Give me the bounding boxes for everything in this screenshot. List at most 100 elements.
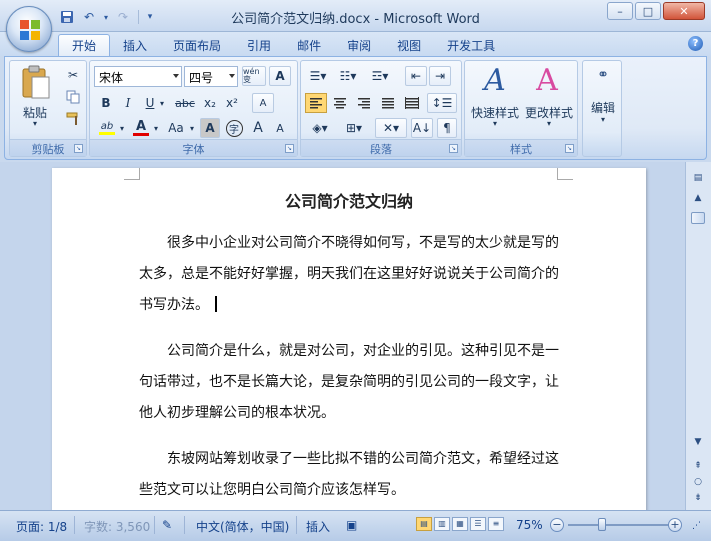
clear-formatting-icon[interactable]: A: [252, 93, 274, 113]
grow-font-button[interactable]: A: [248, 118, 268, 138]
highlight-dropdown-icon[interactable]: ▾: [118, 118, 126, 138]
paragraph-3: 东坡网站筹划收录了一些比拟不错的公司简介范文，希望经过这些范文可以让您明白公司简…: [139, 451, 559, 498]
shrink-font-button[interactable]: A: [270, 118, 290, 138]
binoculars-icon: ⚭: [597, 67, 609, 83]
chinese-layout-icon[interactable]: ✕▾: [375, 118, 407, 138]
change-case-button[interactable]: Aa: [164, 118, 188, 138]
language-indicator[interactable]: 中文(简体，中国): [196, 518, 289, 535]
vertical-scrollbar[interactable]: ▤ ▲ ▼ ⇞ ○ ⇟: [685, 162, 711, 510]
next-page-icon[interactable]: ⇟: [690, 490, 706, 506]
character-border-icon[interactable]: A: [269, 66, 291, 86]
cut-icon[interactable]: ✂: [64, 65, 82, 85]
phonetic-guide-icon[interactable]: wén 变: [242, 66, 266, 86]
full-screen-reading-icon[interactable]: ▥: [434, 517, 450, 531]
decrease-indent-icon[interactable]: ⇤: [405, 66, 427, 86]
font-size-combo[interactable]: 四号: [184, 66, 238, 87]
office-button[interactable]: [6, 6, 52, 52]
group-clipboard: 粘贴 ▾ ✂ 剪贴板 ↘: [9, 60, 87, 157]
outline-view-icon[interactable]: ☰: [470, 517, 486, 531]
quick-styles-icon[interactable]: A: [479, 63, 511, 98]
close-button[interactable]: ✕: [663, 2, 705, 20]
ribbon-tabs-bar: 开始 插入 页面布局 引用 邮件 审阅 视图 开发工具 ?: [0, 32, 711, 56]
tab-page-layout[interactable]: 页面布局: [160, 34, 234, 56]
superscript-button[interactable]: x²: [222, 93, 242, 113]
zoom-out-icon[interactable]: −: [550, 518, 564, 532]
align-center-icon[interactable]: [329, 93, 351, 113]
borders-icon[interactable]: ⊞▾: [339, 118, 369, 138]
print-layout-view-icon[interactable]: ▤: [416, 517, 432, 531]
bullets-icon[interactable]: ☰▾: [305, 66, 331, 86]
proofing-icon[interactable]: ✎: [162, 518, 172, 532]
tab-insert[interactable]: 插入: [110, 34, 160, 56]
highlight-button[interactable]: ab: [96, 118, 118, 138]
font-color-dropdown-icon[interactable]: ▾: [152, 118, 160, 138]
insert-mode-indicator[interactable]: 插入: [306, 518, 330, 535]
zoom-slider-thumb[interactable]: [598, 518, 606, 531]
font-launcher-icon[interactable]: ↘: [285, 144, 294, 153]
quick-styles-dropdown-icon[interactable]: ▾: [467, 119, 523, 128]
web-layout-icon[interactable]: ▦: [452, 517, 468, 531]
editing-dropdown-icon[interactable]: ▾: [583, 115, 623, 124]
tab-references[interactable]: 引用: [234, 34, 284, 56]
justify-icon[interactable]: [377, 93, 399, 113]
increase-indent-icon[interactable]: ⇥: [429, 66, 451, 86]
show-marks-icon[interactable]: ¶: [437, 118, 457, 138]
tab-home[interactable]: 开始: [58, 34, 111, 56]
scroll-thumb[interactable]: [691, 212, 705, 224]
underline-dropdown-icon[interactable]: ▾: [158, 93, 166, 113]
zoom-slider[interactable]: [568, 524, 672, 526]
scroll-up-icon[interactable]: ▲: [690, 190, 706, 206]
sort-icon[interactable]: A↓: [411, 118, 433, 138]
maximize-button[interactable]: □: [635, 2, 661, 20]
numbering-icon[interactable]: ☷▾: [335, 66, 361, 86]
shading-icon[interactable]: ◈▾: [305, 118, 335, 138]
strikethrough-button[interactable]: abc: [172, 93, 198, 113]
tab-review[interactable]: 审阅: [334, 34, 384, 56]
font-color-button[interactable]: A: [130, 118, 152, 138]
styles-launcher-icon[interactable]: ↘: [565, 144, 574, 153]
character-shading-button[interactable]: A: [200, 118, 220, 138]
align-left-icon[interactable]: [305, 93, 327, 113]
change-styles-icon[interactable]: A: [531, 63, 563, 98]
help-icon[interactable]: ?: [688, 36, 703, 51]
italic-button[interactable]: I: [118, 93, 138, 113]
distributed-icon[interactable]: [401, 93, 423, 113]
paste-icon[interactable]: [20, 65, 52, 101]
tab-developer[interactable]: 开发工具: [434, 34, 508, 56]
group-font: 宋体 四号 wén 变 A B I U ▾ abc x₂ x² A ab ▾ A…: [89, 60, 298, 157]
phonetic-guide-text: wén 变: [243, 67, 260, 84]
macro-record-icon[interactable]: ▣: [346, 518, 357, 532]
paragraph-launcher-icon[interactable]: ↘: [449, 144, 458, 153]
change-styles-dropdown-icon[interactable]: ▾: [521, 119, 577, 128]
line-spacing-icon[interactable]: ↕☰: [427, 93, 457, 113]
copy-icon[interactable]: [64, 87, 82, 107]
browse-object-icon[interactable]: ○: [690, 474, 706, 490]
clipboard-launcher-icon[interactable]: ↘: [74, 144, 83, 153]
tab-view[interactable]: 视图: [384, 34, 434, 56]
enclose-character-button[interactable]: 字: [224, 118, 244, 138]
bold-button[interactable]: B: [96, 93, 116, 113]
font-name-combo[interactable]: 宋体: [94, 66, 182, 87]
scroll-down-icon[interactable]: ▼: [690, 434, 706, 450]
minimize-button[interactable]: –: [607, 2, 633, 20]
tab-mailings[interactable]: 邮件: [284, 34, 334, 56]
page-count[interactable]: 页面: 1/8: [16, 518, 67, 535]
group-editing[interactable]: ⚭ 编辑 ▾: [582, 60, 622, 157]
multilevel-list-icon[interactable]: ☲▾: [365, 66, 395, 86]
ruler-toggle-icon[interactable]: ▤: [690, 170, 706, 186]
document-page[interactable]: 公司简介范文归纳 很多中小企业对公司简介不晓得如何写，不是写的太少就是写的太多，…: [52, 168, 646, 510]
word-count[interactable]: 字数: 3,560: [84, 518, 150, 535]
draft-view-icon[interactable]: ≡: [488, 517, 504, 531]
font-color-text: A: [135, 119, 147, 134]
change-case-dropdown-icon[interactable]: ▾: [188, 118, 196, 138]
align-right-icon[interactable]: [353, 93, 375, 113]
zoom-in-icon[interactable]: +: [668, 518, 682, 532]
zoom-level[interactable]: 75%: [516, 518, 543, 532]
editing-button[interactable]: 编辑: [583, 99, 623, 116]
subscript-button[interactable]: x₂: [200, 93, 220, 113]
previous-page-icon[interactable]: ⇞: [690, 458, 706, 474]
paste-dropdown-icon[interactable]: ▾: [16, 119, 54, 128]
format-painter-icon[interactable]: [64, 109, 82, 129]
underline-button[interactable]: U: [140, 93, 160, 113]
resize-grip-icon[interactable]: ⋰: [692, 521, 701, 531]
